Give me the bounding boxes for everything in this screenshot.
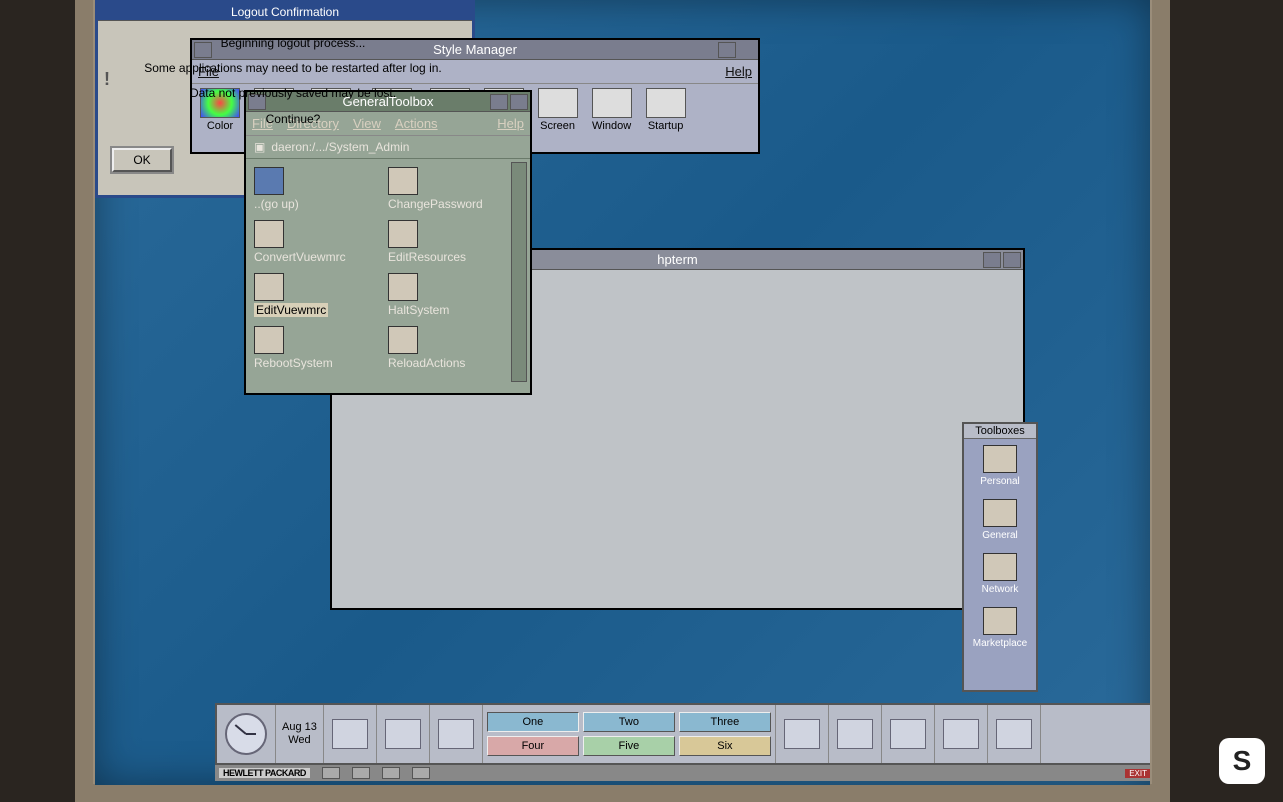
logout-body: ! Beginning logout process... Some appli… (98, 21, 472, 142)
trash-cell[interactable] (882, 705, 935, 763)
warning-icon: ! (104, 61, 110, 99)
mail-icon (837, 719, 873, 749)
clock-cell[interactable] (217, 705, 276, 763)
item-change-password[interactable]: ChangePassword (388, 167, 518, 212)
workspace-four[interactable]: Four (487, 736, 579, 756)
vertical-scrollbar[interactable] (511, 162, 527, 382)
logout-title: Logout Confirmation (231, 5, 339, 19)
item-edit-resources[interactable]: EditResources (388, 220, 518, 265)
help-cell[interactable] (988, 705, 1041, 763)
date-cell: Aug 13 Wed (276, 705, 324, 763)
item-reload-actions[interactable]: ReloadActions (388, 326, 518, 371)
item-reboot-system[interactable]: RebootSystem (254, 326, 384, 371)
watermark-badge: S (1219, 738, 1265, 784)
item-halt-system[interactable]: HaltSystem (388, 273, 518, 318)
item-go-up[interactable]: ..(go up) (254, 167, 384, 212)
minimize-button[interactable] (983, 252, 1001, 268)
toolboxes-subpanel[interactable]: Toolboxes Personal General Network Marke… (962, 422, 1038, 692)
logout-line-1: Beginning logout process... (128, 31, 458, 56)
toolbox-network[interactable]: Network (964, 547, 1036, 601)
palette-icon (385, 719, 421, 749)
workspace-three[interactable]: Three (679, 712, 771, 732)
menu-help[interactable]: Help (725, 64, 752, 79)
help-icon (996, 719, 1032, 749)
sm-startup-icon[interactable]: Startup (646, 88, 686, 132)
maximize-button[interactable] (1003, 252, 1021, 268)
hpterm-title: hpterm (657, 252, 697, 267)
ok-button[interactable]: OK (112, 148, 172, 172)
apps-cell[interactable] (430, 705, 483, 763)
lock-icon[interactable] (322, 767, 340, 779)
toolbox-icon (943, 719, 979, 749)
item-edit-vuewmrc[interactable]: EditVuewmrc (254, 273, 384, 318)
misc-icon[interactable] (412, 767, 430, 779)
maximize-button[interactable] (510, 94, 528, 110)
workspace-one[interactable]: One (487, 712, 579, 732)
sm-window-icon[interactable]: Window (592, 88, 632, 132)
date-line-1: Aug 13 (282, 721, 317, 734)
bottom-bar: HEWLETT PACKARD EXIT (215, 765, 1150, 781)
toolbox-general[interactable]: General (964, 493, 1036, 547)
workspace-five[interactable]: Five (583, 736, 675, 756)
workspace-two[interactable]: Two (583, 712, 675, 732)
hp-logo: HEWLETT PACKARD (219, 768, 310, 778)
toolbox-path-text: daeron:/.../System_Admin (271, 140, 409, 154)
workspace-six[interactable]: Six (679, 736, 771, 756)
minimize-button[interactable] (718, 42, 736, 58)
home-folder-cell[interactable] (324, 705, 377, 763)
minimize-button[interactable] (490, 94, 508, 110)
date-line-2: Wed (288, 734, 310, 747)
item-convert-vuewmrc[interactable]: ConvertVuewmrc (254, 220, 384, 265)
logout-line-3: Data not previously saved may be lost. (128, 81, 458, 106)
home-icon (332, 719, 368, 749)
toolbox-marketplace[interactable]: Marketplace (964, 601, 1036, 655)
books-icon (438, 719, 474, 749)
printer-icon (784, 719, 820, 749)
sm-screen-icon[interactable]: Screen (538, 88, 578, 132)
toolbox-personal[interactable]: Personal (964, 439, 1036, 493)
terminal-icon[interactable] (382, 767, 400, 779)
toolboxes-title: Toolboxes (964, 424, 1036, 439)
host-icon: ▣ (254, 140, 265, 154)
workspace-switcher: One Two Three Four Five Six (483, 705, 776, 763)
logout-line-4: Continue? (128, 107, 458, 132)
toolbox-grid: ..(go up) ChangePassword ConvertVuewmrc … (246, 159, 530, 379)
logout-titlebar[interactable]: Logout Confirmation (98, 3, 472, 21)
menu-help[interactable]: Help (497, 116, 524, 131)
toolbox-cell[interactable] (935, 705, 988, 763)
clock-icon (225, 713, 267, 755)
exit-button[interactable]: EXIT (1125, 769, 1150, 778)
front-panel: Aug 13 Wed One Two Three Four Five Six (215, 703, 1150, 765)
logout-line-2: Some applications may need to be restart… (128, 56, 458, 81)
style-cell[interactable] (377, 705, 430, 763)
busy-icon (352, 767, 370, 779)
printer-cell[interactable] (776, 705, 829, 763)
mail-cell[interactable] (829, 705, 882, 763)
trash-icon (890, 719, 926, 749)
